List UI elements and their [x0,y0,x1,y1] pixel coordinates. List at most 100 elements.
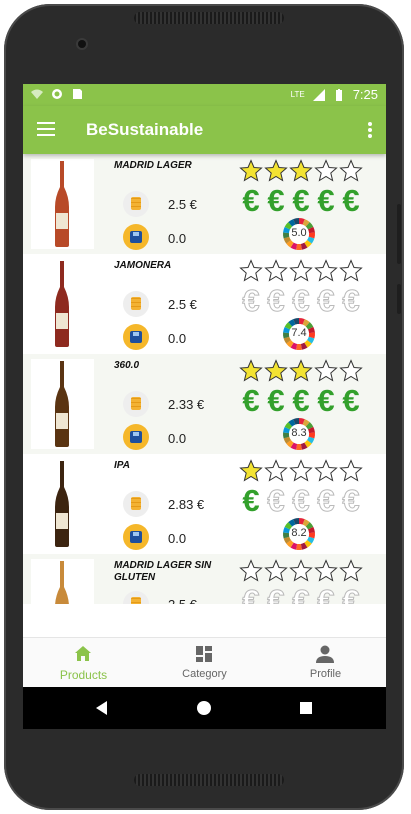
star-empty-icon [289,259,313,282]
star-empty-icon [314,259,338,282]
app-bar: BeSustainable [23,106,386,154]
product-row[interactable]: 360.0 2.33 €0.0 € € € € €8.3 [23,354,386,454]
price-rating: € € € € € [239,183,363,218]
hamburger-menu-icon[interactable] [37,122,55,136]
star-empty-icon [264,459,288,482]
savings-icon [123,224,149,250]
network-type: LTE [290,90,305,99]
savings-icon [123,424,149,450]
nav-label: Profile [309,668,342,680]
star-empty-icon [264,559,288,582]
sustainability-score: 8.3 [291,427,307,439]
euro-empty-icon: € [342,483,360,518]
euro-empty-icon: € [242,283,260,318]
product-name: MADRID LAGER SIN GLUTEN [114,560,212,583]
product-name: JAMONERA [114,260,172,271]
nav-profile[interactable]: Profile [265,638,386,688]
euro-empty-icon: € [267,283,285,318]
star-empty-icon [239,559,263,582]
coins-icon [123,491,149,517]
euro-filled-icon: € [317,383,335,418]
signal-icon [312,88,325,101]
dashboard-icon [196,646,212,662]
euro-filled-icon: € [242,383,260,418]
star-filled-icon [239,459,263,482]
star-empty-icon [239,259,263,282]
star-rating [239,559,363,582]
sustainability-score-badge: 7.4 [282,317,316,351]
volume-button [397,204,401,264]
savings-icon [123,524,149,550]
euro-filled-icon: € [242,483,260,518]
star-filled-icon [289,359,313,382]
product-row[interactable]: MADRID LAGER 2.5 €0.0 € € € € €5.0 [23,154,386,254]
sustainability-score: 7.4 [291,327,307,339]
product-image [31,459,94,549]
price-rating: € € € € € [239,483,363,518]
product-image [31,559,94,604]
coins-icon [123,191,149,217]
coins-icon [123,291,149,317]
overflow-menu-icon[interactable] [368,122,372,138]
price-rating: € € € € € [239,383,363,418]
bottle-image [55,361,69,447]
product-price: 2.5 € [168,297,197,312]
product-image [31,259,94,349]
euro-filled-icon: € [267,183,285,218]
product-name: IPA [114,460,130,471]
euro-filled-icon: € [292,383,310,418]
sustainability-score: 5.0 [291,227,307,239]
back-icon[interactable] [96,701,107,715]
product-row[interactable]: JAMONERA 2.5 € 0.0 € € € € € 7.4 [23,254,386,354]
battery-icon [335,88,342,101]
status-bar: LTE 7:25 [23,84,386,106]
sustainability-score-badge: 8.2 [282,517,316,551]
app-title: BeSustainable [86,120,204,139]
euro-filled-icon: € [292,183,310,218]
star-empty-icon [314,359,338,382]
home-circle-icon[interactable] [197,701,211,715]
product-row[interactable]: MADRID LAGER SIN GLUTEN2.5 €0.0€€€€€ [23,554,386,604]
euro-empty-icon: € [267,483,285,518]
nav-label: Products [59,668,108,682]
power-button [397,284,401,314]
euro-filled-icon: € [267,383,285,418]
product-price: 2.5 € [168,197,197,212]
system-navigation-bar [23,687,386,729]
sustainability-score-badge: 5.0 [282,217,316,251]
product-list[interactable]: MADRID LAGER 2.5 €0.0 € € € € €5.0 JAMONERA 2.5 … [23,154,386,604]
euro-filled-icon: € [317,183,335,218]
coins-icon [123,591,149,604]
recents-icon[interactable] [300,702,312,714]
product-price: 2.33 € [168,397,205,412]
sustainability-score: 8.2 [291,527,307,539]
nav-category[interactable]: Category [144,638,265,688]
product-savings: 0.0 [168,331,187,346]
star-filled-icon [264,159,288,182]
star-rating [239,359,363,382]
star-empty-icon [264,259,288,282]
product-savings: 0.0 [168,531,187,546]
star-filled-icon [264,359,288,382]
star-filled-icon [239,359,263,382]
nav-products[interactable]: Products [23,638,144,688]
euro-empty-icon: € [342,583,360,605]
star-empty-icon [339,259,363,282]
euro-empty-icon: € [317,583,335,605]
euro-filled-icon: € [242,183,260,218]
product-row[interactable]: IPA 2.83 €0.0 € € € € €8.2 [23,454,386,554]
nav-label: Category [182,668,227,680]
star-rating [239,259,363,282]
euro-filled-icon: € [342,183,360,218]
product-name: MADRID LAGER [114,160,192,171]
sustainability-score-badge: 8.3 [282,417,316,451]
star-empty-icon [339,159,363,182]
euro-empty-icon: € [292,283,310,318]
price-rating: € € € € € [239,283,363,318]
product-price: 2.5 € [168,597,197,604]
star-empty-icon [339,559,363,582]
clock: 7:25 [352,87,378,102]
star-empty-icon [339,359,363,382]
person-icon [316,645,334,663]
star-empty-icon [314,459,338,482]
